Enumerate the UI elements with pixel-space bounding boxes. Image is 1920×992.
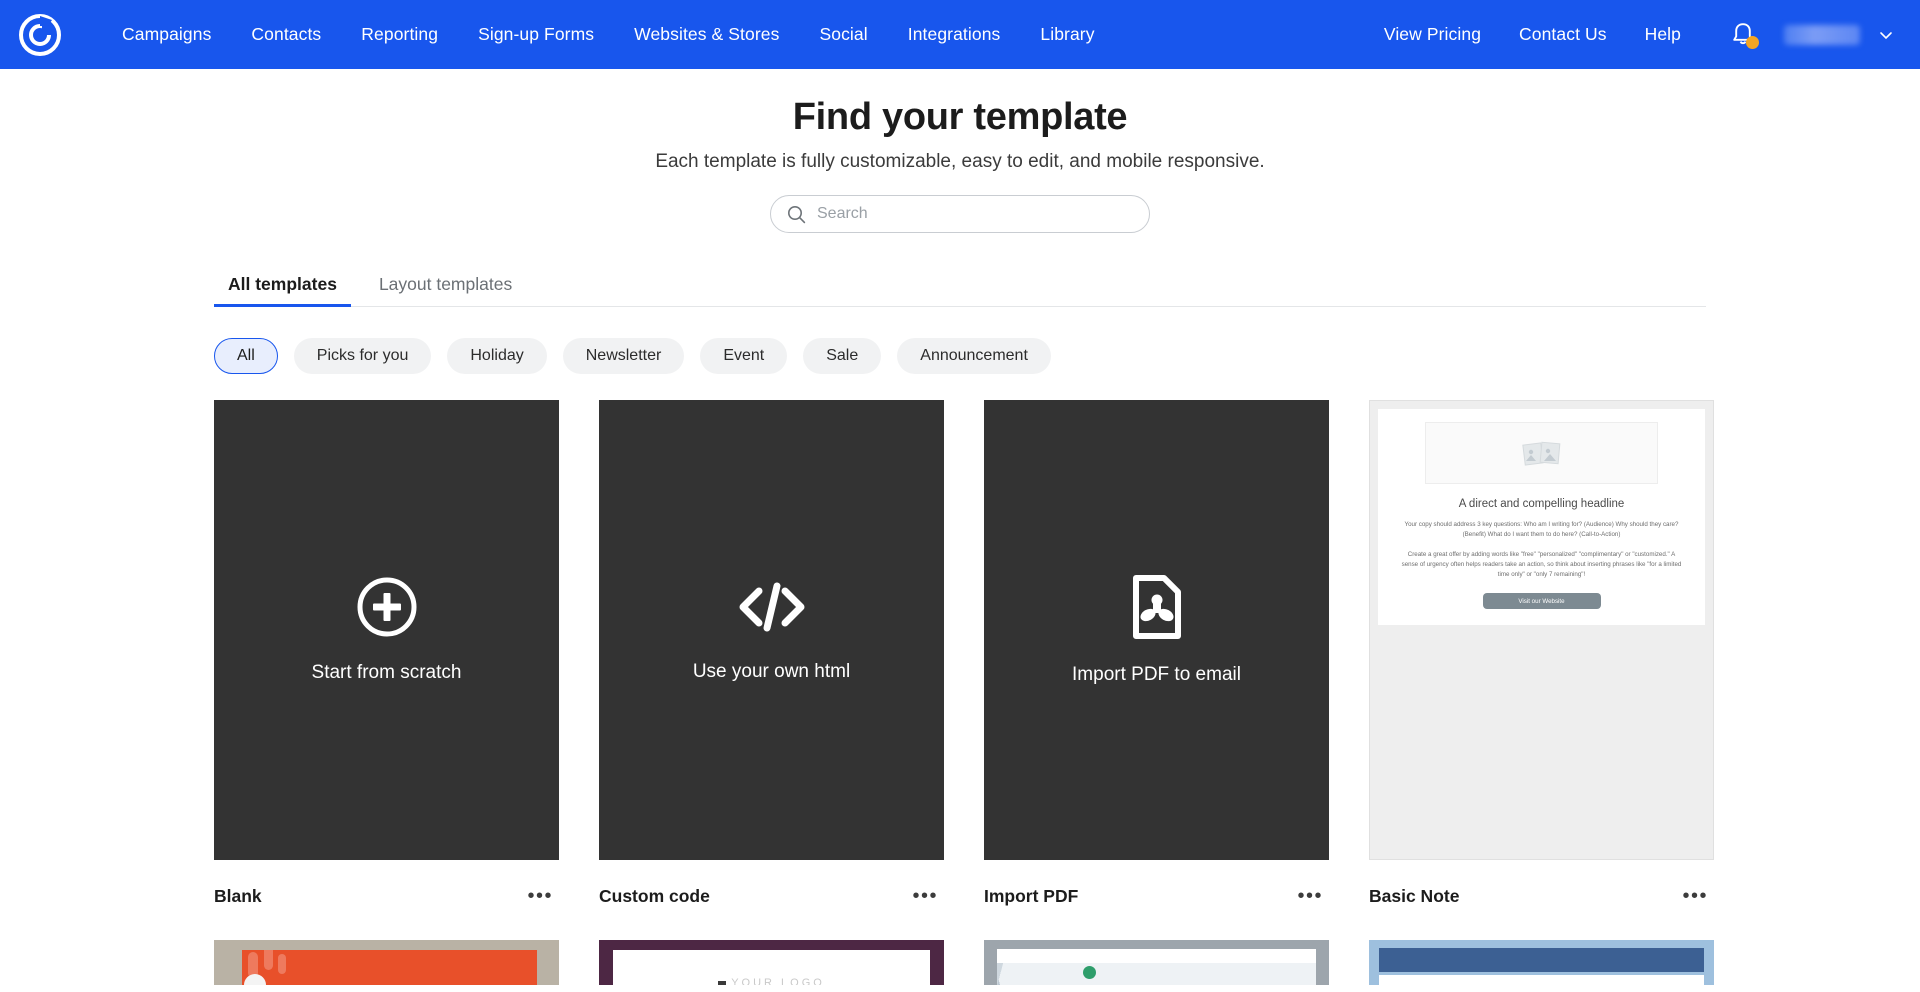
nav-item-social[interactable]: Social bbox=[799, 16, 887, 53]
filter-chip-event[interactable]: Event bbox=[700, 338, 788, 374]
filter-chip-holiday[interactable]: Holiday bbox=[447, 338, 547, 374]
filter-chip-newsletter[interactable]: Newsletter bbox=[562, 338, 685, 374]
tab-layout-templates[interactable]: Layout templates bbox=[365, 268, 526, 306]
primary-nav-links: Campaigns Contacts Reporting Sign-up For… bbox=[102, 16, 1115, 53]
template-title: Blank bbox=[214, 885, 262, 906]
template-card-blank: Start from scratch Blank ••• bbox=[214, 400, 559, 910]
template-thumbnail-next-1[interactable] bbox=[214, 940, 559, 985]
template-title: Import PDF bbox=[984, 885, 1079, 906]
filter-chip-announcement[interactable]: Announcement bbox=[897, 338, 1051, 374]
nav-item-help[interactable]: Help bbox=[1626, 16, 1700, 53]
thumbnail-label: Start from scratch bbox=[311, 662, 462, 683]
template-card-basic-note: A direct and compelling headline Your co… bbox=[1369, 400, 1714, 910]
template-title: Basic Note bbox=[1369, 885, 1460, 906]
template-thumbnail-next-3[interactable] bbox=[984, 940, 1329, 985]
card-footer: Basic Note ••• bbox=[1369, 882, 1714, 910]
notification-badge bbox=[1746, 35, 1759, 49]
nav-item-sign-up-forms[interactable]: Sign-up Forms bbox=[458, 16, 614, 53]
preview-headline: A direct and compelling headline bbox=[1458, 498, 1625, 510]
tab-all-templates[interactable]: All templates bbox=[214, 268, 351, 307]
nav-item-websites-stores[interactable]: Websites & Stores bbox=[614, 16, 799, 53]
filter-chip-picks-for-you[interactable]: Picks for you bbox=[293, 338, 432, 374]
template-thumbnail-next-2[interactable]: YOUR LOGO bbox=[599, 940, 944, 985]
template-grid-next-row: YOUR LOGO bbox=[214, 940, 1714, 985]
card-footer: Custom code ••• bbox=[599, 882, 944, 910]
nav-item-contacts[interactable]: Contacts bbox=[231, 16, 341, 53]
nav-item-contact-us[interactable]: Contact Us bbox=[1500, 16, 1626, 53]
plus-circle-icon bbox=[357, 577, 416, 637]
category-filter-chips: All Picks for you Holiday Newsletter Eve… bbox=[214, 338, 1706, 374]
preview-paragraph-2: Create a great offer by adding words lik… bbox=[1401, 551, 1682, 579]
preview-cta-button: Visit our Website bbox=[1482, 593, 1601, 610]
templates-content: All templates Layout templates All Picks… bbox=[0, 268, 1920, 985]
search-icon bbox=[788, 205, 806, 223]
search-input[interactable] bbox=[817, 205, 1133, 223]
secondary-nav-links: View Pricing Contact Us Help bbox=[1365, 16, 1894, 53]
template-tabs: All templates Layout templates bbox=[214, 268, 1706, 307]
account-name-blurred[interactable] bbox=[1784, 24, 1860, 45]
filter-chip-sale[interactable]: Sale bbox=[803, 338, 882, 374]
code-brackets-icon bbox=[739, 582, 804, 632]
chevron-down-icon[interactable] bbox=[1878, 27, 1894, 43]
nav-item-library[interactable]: Library bbox=[1020, 16, 1114, 53]
template-grid: Start from scratch Blank ••• Use your ow… bbox=[214, 400, 1714, 910]
template-card-import-pdf: Import PDF to email Import PDF ••• bbox=[984, 400, 1329, 910]
preview-paragraph-1: Your copy should address 3 key questions… bbox=[1404, 521, 1679, 539]
pdf-file-icon bbox=[1132, 575, 1181, 639]
page-title: Find your template bbox=[792, 96, 1128, 138]
card-menu-button[interactable]: ••• bbox=[910, 882, 940, 910]
nav-item-integrations[interactable]: Integrations bbox=[888, 16, 1021, 53]
template-thumbnail-next-4[interactable] bbox=[1369, 940, 1714, 985]
template-card-custom-code: Use your own html Custom code ••• bbox=[599, 400, 944, 910]
page-header: Find your template Each template is full… bbox=[0, 69, 1920, 233]
template-thumbnail-blank[interactable]: Start from scratch bbox=[214, 400, 559, 860]
card-menu-button[interactable]: ••• bbox=[1680, 882, 1710, 910]
email-preview-body: A direct and compelling headline Your co… bbox=[1378, 409, 1705, 626]
notifications-button[interactable] bbox=[1726, 18, 1760, 52]
card-menu-button[interactable]: ••• bbox=[525, 882, 555, 910]
template-thumbnail-custom-code[interactable]: Use your own html bbox=[599, 400, 944, 860]
top-navigation-bar: Campaigns Contacts Reporting Sign-up For… bbox=[0, 0, 1920, 69]
card-footer: Blank ••• bbox=[214, 882, 559, 910]
thumbnail-label: Use your own html bbox=[692, 661, 851, 682]
template-title: Custom code bbox=[599, 885, 710, 906]
nav-item-reporting[interactable]: Reporting bbox=[341, 16, 458, 53]
search-bar[interactable] bbox=[770, 195, 1150, 233]
constant-contact-logo-icon[interactable] bbox=[18, 13, 62, 57]
page-subtitle: Each template is fully customizable, eas… bbox=[655, 151, 1265, 172]
thumbnail-label: Import PDF to email bbox=[1072, 664, 1241, 685]
preview-logo-text: YOUR LOGO bbox=[731, 977, 825, 985]
nav-item-view-pricing[interactable]: View Pricing bbox=[1365, 16, 1500, 53]
template-thumbnail-import-pdf[interactable]: Import PDF to email bbox=[984, 400, 1329, 860]
card-menu-button[interactable]: ••• bbox=[1295, 882, 1325, 910]
template-thumbnail-basic-note[interactable]: A direct and compelling headline Your co… bbox=[1369, 400, 1714, 860]
photos-placeholder-icon bbox=[1425, 422, 1658, 484]
card-footer: Import PDF ••• bbox=[984, 882, 1329, 910]
filter-chip-all[interactable]: All bbox=[214, 338, 278, 374]
nav-item-campaigns[interactable]: Campaigns bbox=[102, 16, 231, 53]
